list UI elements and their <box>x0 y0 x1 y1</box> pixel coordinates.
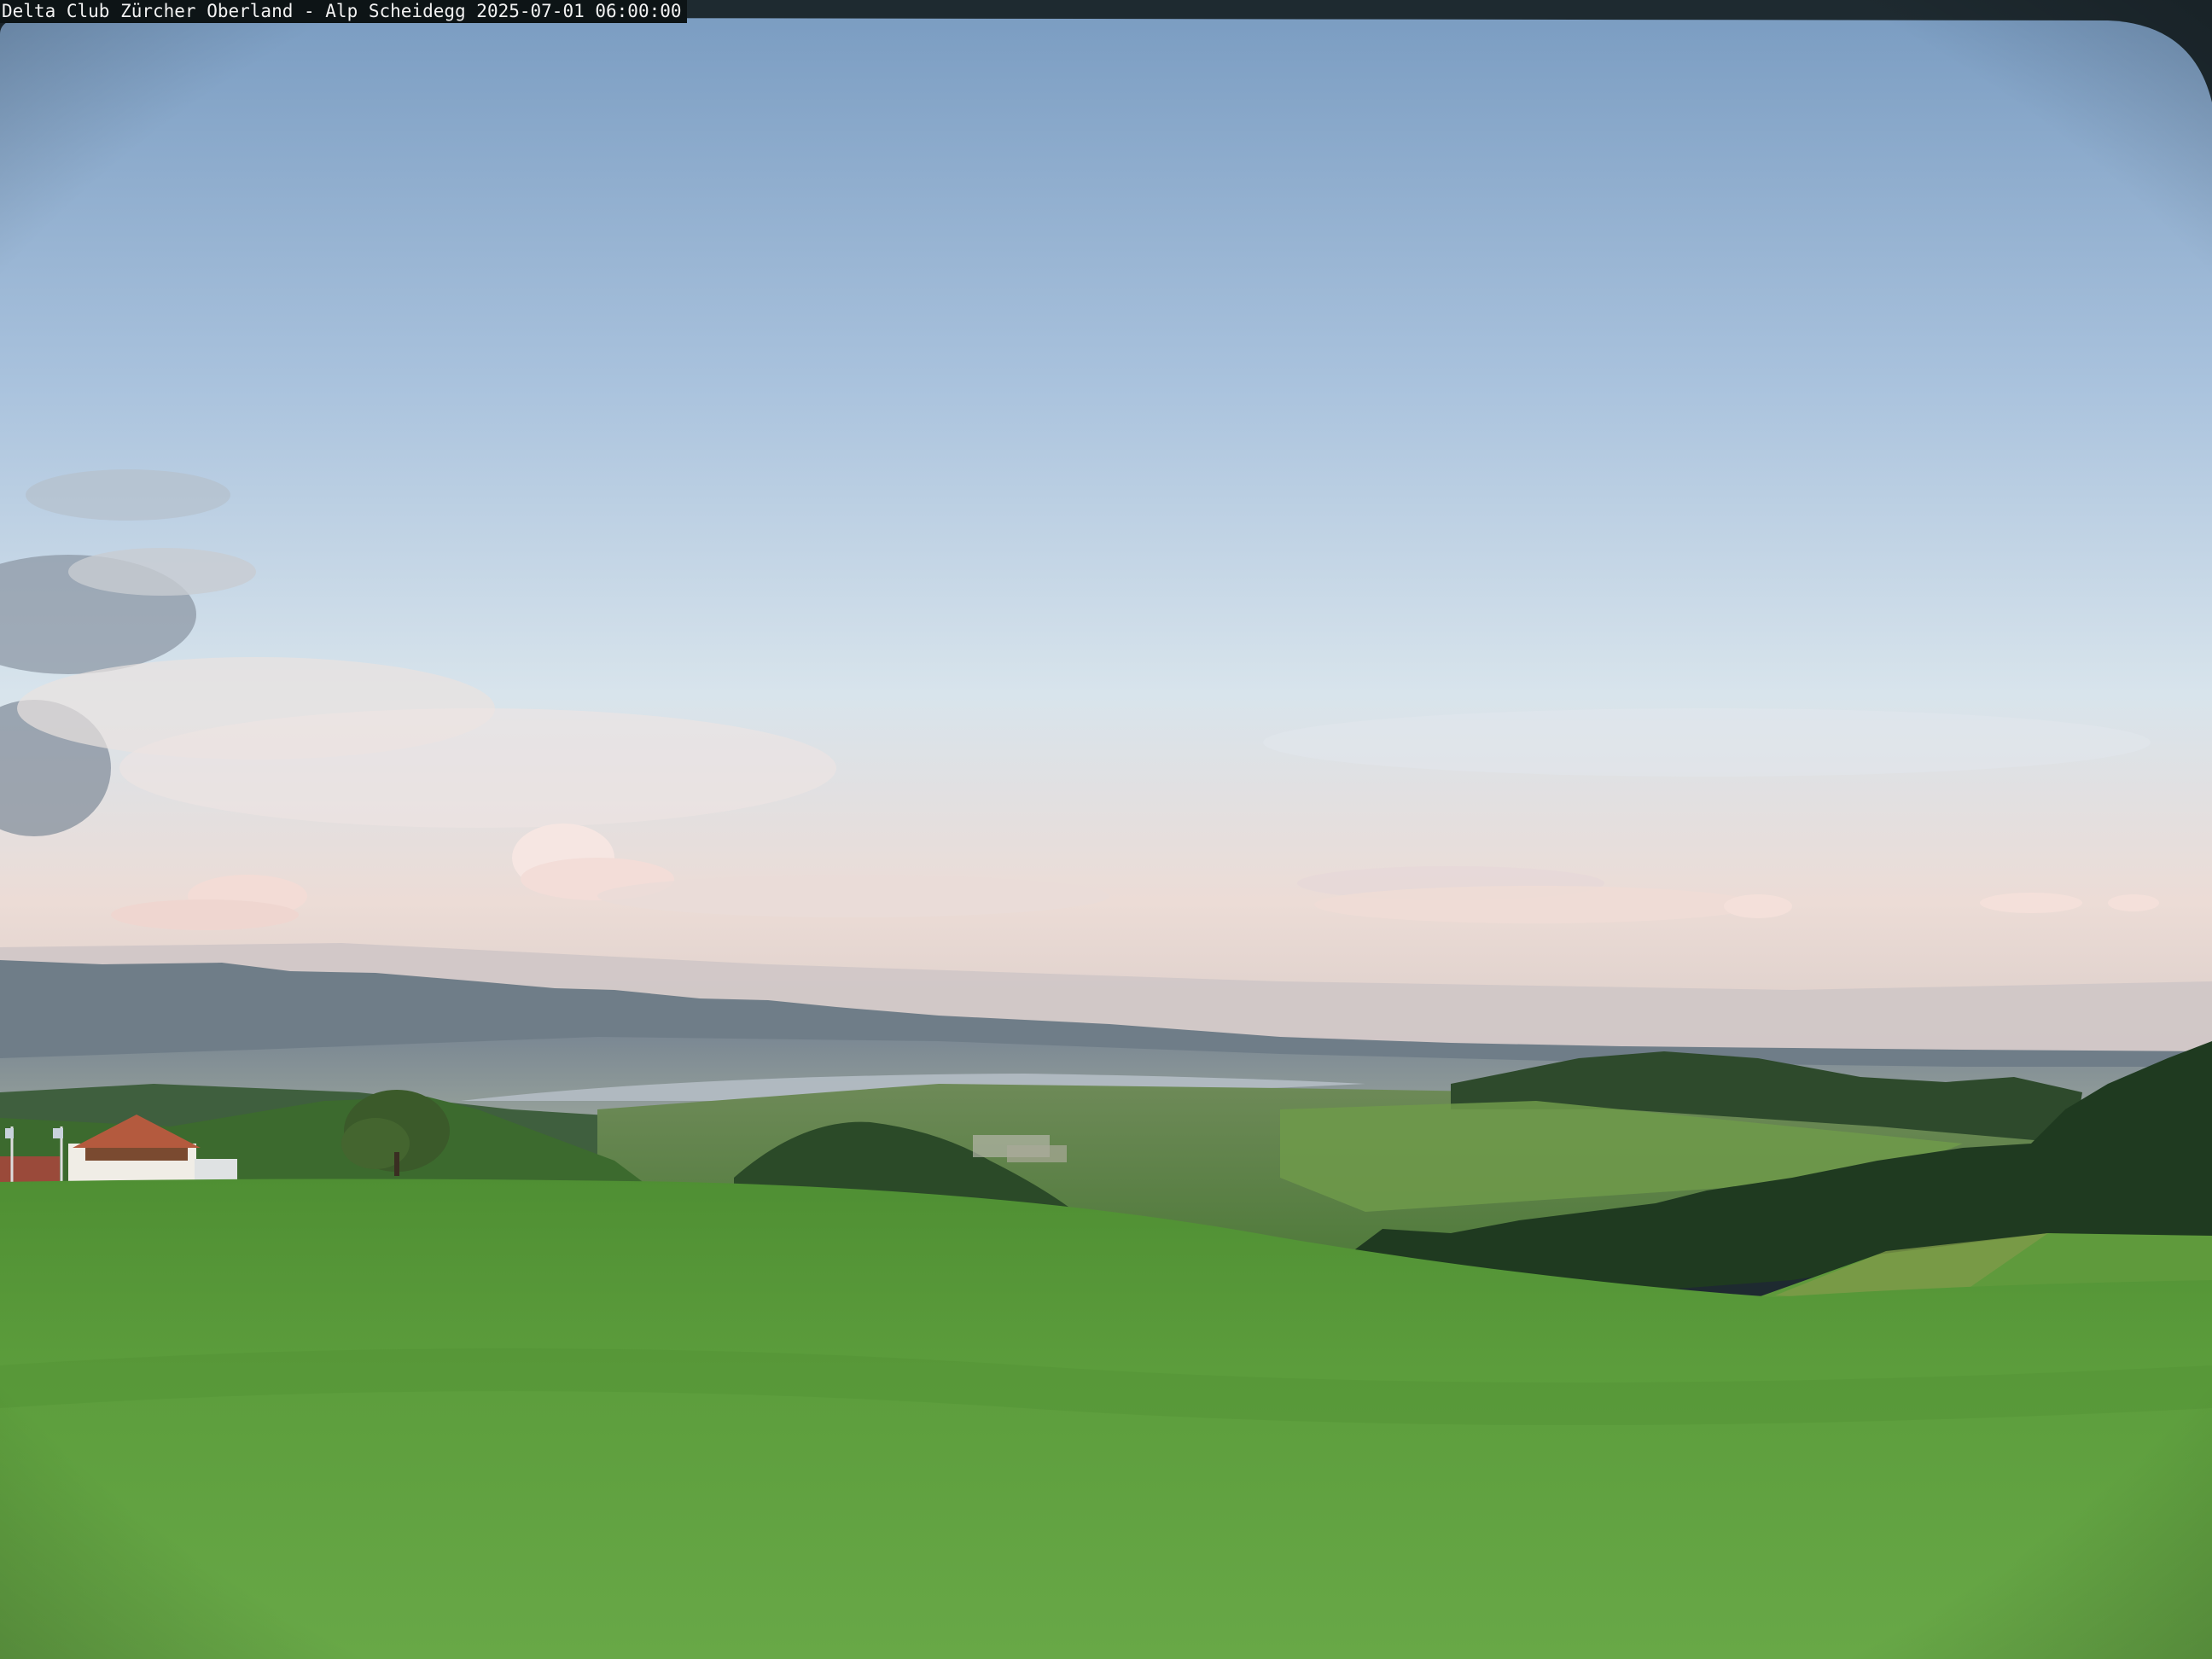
lens-vignette <box>0 0 2212 1659</box>
webcam-caption: Delta Club Zürcher Oberland - Alp Scheid… <box>0 0 687 23</box>
webcam-scene <box>0 0 2212 1659</box>
